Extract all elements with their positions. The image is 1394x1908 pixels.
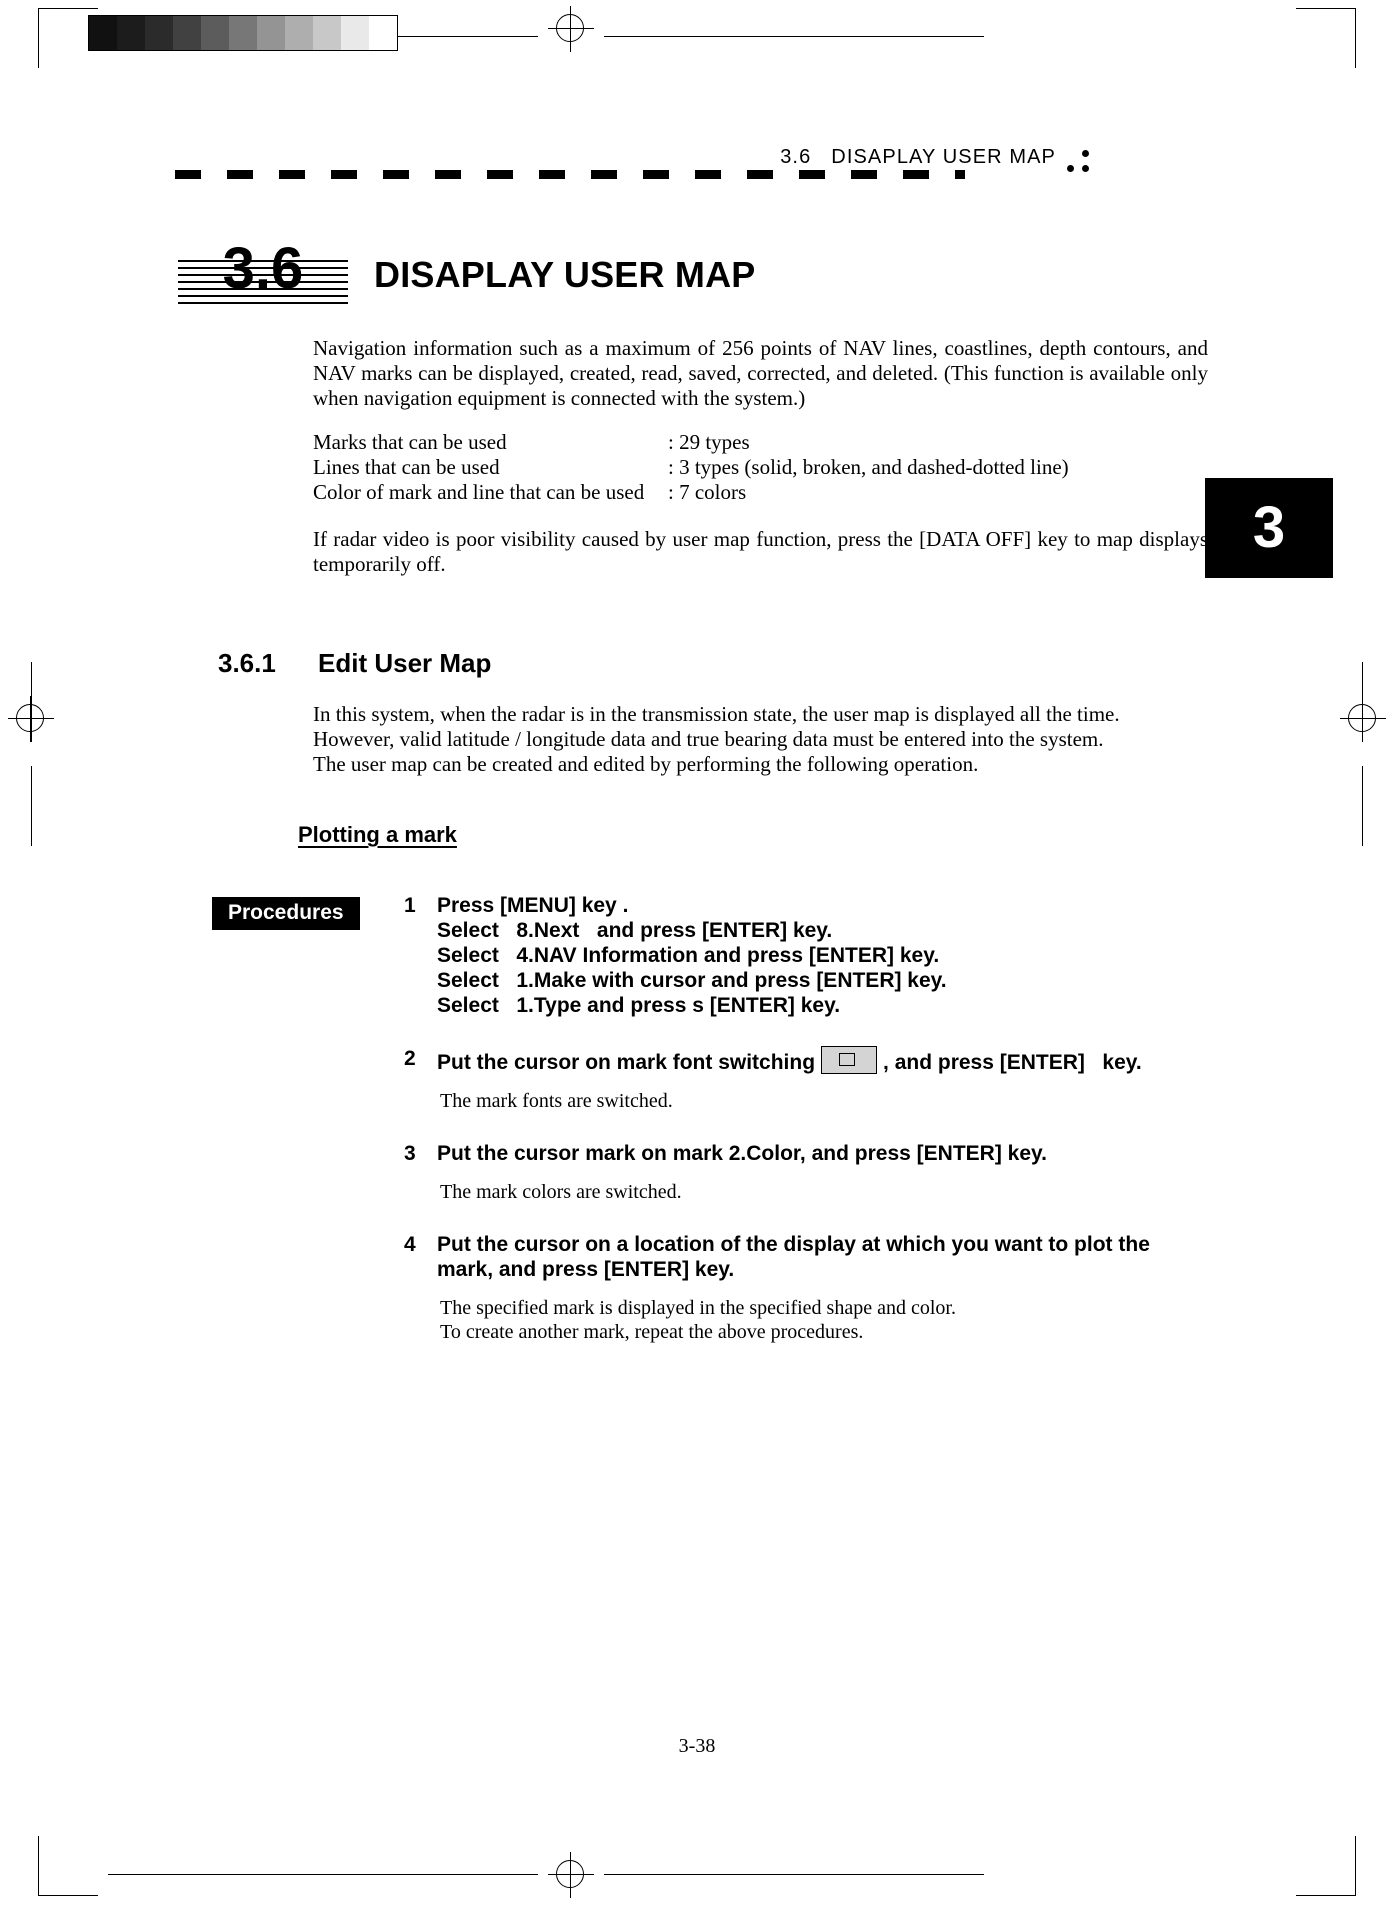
header-title: 3.6 DISAPLAY USER MAP [780,146,1056,169]
running-header: 3.6 DISAPLAY USER MAP [175,146,1175,182]
grayscale-step [369,16,397,50]
mark-font-key-icon[interactable] [821,1046,878,1074]
grayscale-step [229,16,257,50]
procedure-step: 1 Press [MENU] key . Select 8.Next and p… [404,893,1234,1018]
spec-value: : 7 colors [668,480,747,504]
trim-line-top-right [604,36,984,37]
spec-row: Lines that can be used : 3 types (solid,… [313,455,1213,480]
spec-row: Color of mark and line that can be used … [313,480,1213,505]
subsection-body: In this system, when the radar is in the… [313,702,1208,777]
spec-label: Marks that can be used [313,430,507,454]
spec-value: : 29 types [668,430,750,454]
page-title-row: 3.6 DISAPLAY USER MAP [178,238,1078,310]
registration-mark-top [548,6,594,52]
procedures-badge: Procedures [212,897,360,930]
subsection-body-line: In this system, when the radar is in the… [313,702,1120,726]
subsection-title: Edit User Map [318,648,492,678]
page-number: 3-38 [678,1735,716,1757]
step-number: 2 [404,1047,416,1070]
title-number-badge: 3.6 [178,238,348,308]
step-text: Press [MENU] key . [437,894,629,917]
step-text: Put the cursor mark on mark 2.Color, and… [437,1142,1047,1165]
page-title: DISAPLAY USER MAP [374,254,756,295]
procedure-steps: 1 Press [MENU] key . Select 8.Next and p… [404,893,1234,1350]
step-result: The mark colors are switched. [440,1181,682,1203]
crop-mark-bottom-left [38,1836,98,1896]
step-text: Put the cursor on mark font switching , a… [437,1046,1234,1075]
step-subline: Select 8.Next and press [ENTER] key. [437,919,833,942]
grayscale-calibration-strip [88,15,398,51]
grayscale-step [257,16,285,50]
procedure-step: 4 Put the cursor on a location of the di… [404,1232,1234,1344]
trim-line-bottom-right [604,1874,984,1875]
grayscale-step [145,16,173,50]
grayscale-step [173,16,201,50]
subsection-body-line: The user map can be created and edited b… [313,752,979,776]
three-dots-icon [1067,148,1097,174]
step-number: 1 [404,894,416,917]
plotting-a-mark-heading: Plotting a mark [298,822,457,847]
step-number: 4 [404,1233,416,1256]
registration-mark-bottom [548,1852,594,1898]
spec-label: Color of mark and line that can be used [313,480,645,504]
header-section-number: 3.6 [780,146,812,168]
step-subline: Select 1.Type and press s [ENTER] key. [437,994,841,1017]
header-dashed-rule [175,170,965,179]
grayscale-step [89,16,117,50]
grayscale-step [341,16,369,50]
mark-square-glyph [839,1053,856,1066]
header-section-title: DISAPLAY USER MAP [831,146,1056,168]
grayscale-step [117,16,145,50]
crop-mark-bottom-right [1296,1836,1356,1896]
subsection-heading: 3.6.1 Edit User Map [218,648,491,679]
step-number: 3 [404,1142,416,1165]
trim-line-bottom [108,1874,538,1875]
subsection-number: 3.6.1 [218,648,276,678]
note-paragraph: If radar video is poor visibility caused… [313,527,1208,576]
step-subline: Select 1.Make with cursor and press [ENT… [437,969,947,992]
registration-mark-right [1340,696,1386,742]
registration-mark-left [8,696,54,742]
grayscale-step [313,16,341,50]
step-result: To create another mark, repeat the above… [440,1321,864,1343]
procedure-step: 2 Put the cursor on mark font switching,… [404,1046,1234,1113]
step-text-before: Put the cursor on mark font switching [437,1051,816,1074]
step-text: Put the cursor on a location of the disp… [437,1233,1150,1281]
trim-line-left-lower [31,766,32,846]
grayscale-step [285,16,313,50]
spec-list: Marks that can be used : 29 types Lines … [313,430,1213,505]
procedure-step: 3 Put the cursor mark on mark 2.Color, a… [404,1141,1234,1204]
subsection-body-line: However, valid latitude / longitude data… [313,727,1104,751]
spec-value: : 3 types (solid, broken, and dashed-dot… [668,455,1069,479]
grayscale-step [201,16,229,50]
chapter-tab: 3 [1205,478,1333,578]
document-page: 3.6 DISAPLAY USER MAP 3.6 DISAPLAY USER … [0,0,1394,1908]
crop-mark-top-right [1296,8,1356,68]
step-text-after: , and press [ENTER] key. [883,1051,1142,1074]
step-result: The mark fonts are switched. [440,1090,673,1112]
spec-row: Marks that can be used : 29 types [313,430,1213,455]
step-result: The specified mark is displayed in the s… [440,1297,956,1319]
intro-paragraph: Navigation information such as a maximum… [313,336,1208,410]
spec-label: Lines that can be used [313,455,500,479]
step-subline: Select 4.NAV Information and press [ENTE… [437,944,940,967]
title-number: 3.6 [222,236,304,301]
trim-line-right-lower [1362,766,1363,846]
